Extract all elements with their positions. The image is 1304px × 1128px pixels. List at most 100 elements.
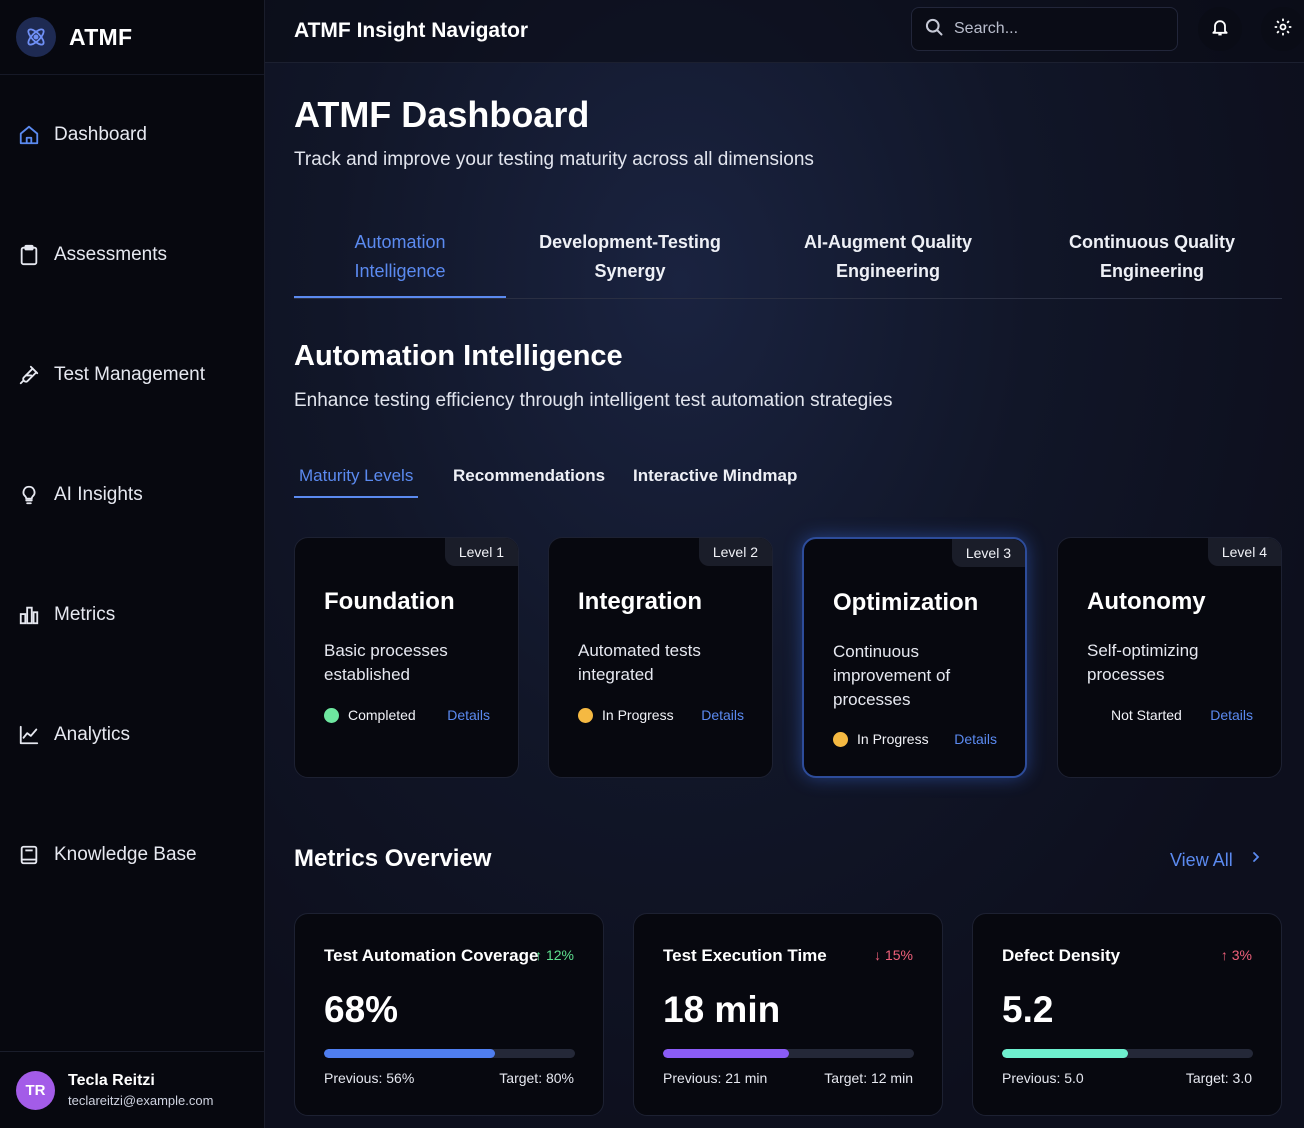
level-card-optimization[interactable]: Level 3 Optimization Continuous improvem… [802,537,1027,778]
section-subtitle: Enhance testing efficiency through intel… [294,390,893,411]
level-card-autonomy[interactable]: Level 4 Autonomy Self-optimizing process… [1057,537,1282,778]
status-dot [833,731,848,747]
user-email: teclareitzi@example.com [68,1093,214,1108]
status-label: In Progress [602,707,674,723]
level-badge: Level 2 [698,538,772,566]
lightbulb-icon [18,484,40,506]
sidebar-item-assessments[interactable]: Assessments [0,195,264,315]
details-link[interactable]: Details [954,731,997,747]
progress-fill [324,1049,495,1058]
sidebar-item-label: Metrics [54,604,116,625]
home-icon [18,124,40,146]
line-chart-icon [18,724,40,746]
metric-label: Defect Density [1002,946,1121,965]
tab-label-line: Engineering [1099,261,1204,281]
clipboard-icon [18,244,40,266]
sidebar-item-label: Assessments [54,244,167,265]
tab-automation-intelligence[interactable]: Automation Intelligence [294,216,506,298]
level-status: In Progress [833,731,929,747]
details-link[interactable]: Details [1210,707,1253,723]
tab-ai-augment-quality-engineering[interactable]: AI-Augment Quality Engineering [754,216,1022,298]
page-subtitle: Track and improve your testing maturity … [294,149,814,170]
metric-card-defect-density: Defect Density ↑ 3% 5.2 Previous: 5.0 Ta… [972,913,1282,1116]
brand-name: ATMF [69,23,133,50]
metric-label: Test Execution Time [663,946,827,965]
metric-previous: Previous: 56% [324,1070,415,1086]
progress-bar [324,1049,575,1058]
tab-interactive-mindmap[interactable]: Interactive Mindmap [633,458,797,498]
atom-logo-icon [16,17,56,57]
level-description: Continuous improvement of processes [833,642,951,709]
progress-bar [663,1049,914,1058]
sidebar-item-label: Knowledge Base [54,844,197,865]
level-title: Autonomy [1087,588,1206,615]
search-input[interactable] [954,20,1154,38]
metric-target: Target: 12 min [824,1070,913,1086]
metric-value: 18 min [663,989,781,1030]
tab-development-testing-synergy[interactable]: Development-Testing Synergy [506,216,754,298]
gear-icon [1273,17,1293,42]
tab-recommendations[interactable]: Recommendations [453,458,605,498]
sidebar-item-knowledge-base[interactable]: Knowledge Base [0,795,264,915]
sidebar-item-analytics[interactable]: Analytics [0,675,264,795]
sidebar-item-dashboard[interactable]: Dashboard [0,75,264,195]
tab-label-line: Intelligence [354,261,446,281]
section-title: Automation Intelligence [294,340,623,372]
status-dot [324,707,339,723]
sidebar-item-label: Test Management [54,364,206,385]
details-link[interactable]: Details [447,707,490,723]
tab-label-line: Continuous Quality [1069,232,1235,252]
user-profile[interactable]: TR Tecla Reitzi teclareitzi@example.com [0,1051,264,1128]
tab-label-line: AI-Augment Quality [803,232,972,252]
metric-card-coverage: Test Automation Coverage ↑ 12% 68% Previ… [294,913,604,1116]
settings-button[interactable] [1261,7,1304,51]
metric-previous: Previous: 5.0 [1002,1070,1084,1086]
main-content: ATMF Insight Navigator ATMF Dashboard Tr… [265,0,1304,1128]
search-box[interactable] [911,7,1178,51]
sidebar-item-label: Dashboard [54,124,147,145]
level-status: Completed [324,707,416,723]
tab-continuous-quality-engineering[interactable]: Continuous Quality Engineering [1022,216,1282,298]
sidebar-item-label: AI Insights [54,484,143,505]
bell-icon [1210,17,1230,42]
user-name: Tecla Reitzi [68,1072,155,1089]
chevron-right-icon[interactable] [1250,850,1262,869]
progress-bar [1002,1049,1253,1058]
sidebar-item-test-management[interactable]: Test Management [0,315,264,435]
page-title: ATMF Dashboard [294,94,590,135]
level-description: Basic processes established [324,641,448,684]
status-dot [578,707,593,723]
dimension-tabs: Automation Intelligence Development-Test… [294,216,1282,299]
sidebar-nav: Dashboard Assessments Test Management AI… [0,75,264,915]
tab-label-line: Synergy [594,261,666,281]
status-label: In Progress [857,731,929,747]
sidebar-item-label: Analytics [54,724,131,745]
level-card-integration[interactable]: Level 2 Integration Automated tests inte… [548,537,773,778]
metrics-title: Metrics Overview [294,845,492,872]
level-badge: Level 4 [1207,538,1281,566]
level-status: Not Started [1111,707,1182,723]
sidebar-item-ai-insights[interactable]: AI Insights [0,435,264,555]
metric-card-execution-time: Test Execution Time ↓ 15% 18 min Previou… [633,913,943,1116]
bar-chart-icon [18,604,40,626]
metric-change: ↑ 12% [535,947,574,963]
level-description: Automated tests integrated [578,641,701,684]
notifications-button[interactable] [1198,7,1242,51]
flask-icon [18,364,40,386]
metric-previous: Previous: 21 min [663,1070,768,1086]
brand[interactable]: ATMF [0,0,264,75]
view-all-link[interactable]: View All [1170,850,1233,871]
status-label: Not Started [1111,707,1182,723]
level-description: Self-optimizing processes [1087,641,1199,684]
sidebar-item-metrics[interactable]: Metrics [0,555,264,675]
details-link[interactable]: Details [701,707,744,723]
sidebar: ATMF Dashboard Assessments Test Manageme… [0,0,265,1128]
level-card-foundation[interactable]: Level 1 Foundation Basic processes estab… [294,537,519,778]
tab-maturity-levels[interactable]: Maturity Levels [294,458,419,498]
progress-fill [663,1049,789,1058]
status-label: Completed [348,707,416,723]
level-badge: Level 1 [444,538,518,566]
tab-label-line: Automation [354,232,446,252]
progress-fill [1002,1049,1128,1058]
metric-label: Test Automation Coverage [324,946,539,965]
